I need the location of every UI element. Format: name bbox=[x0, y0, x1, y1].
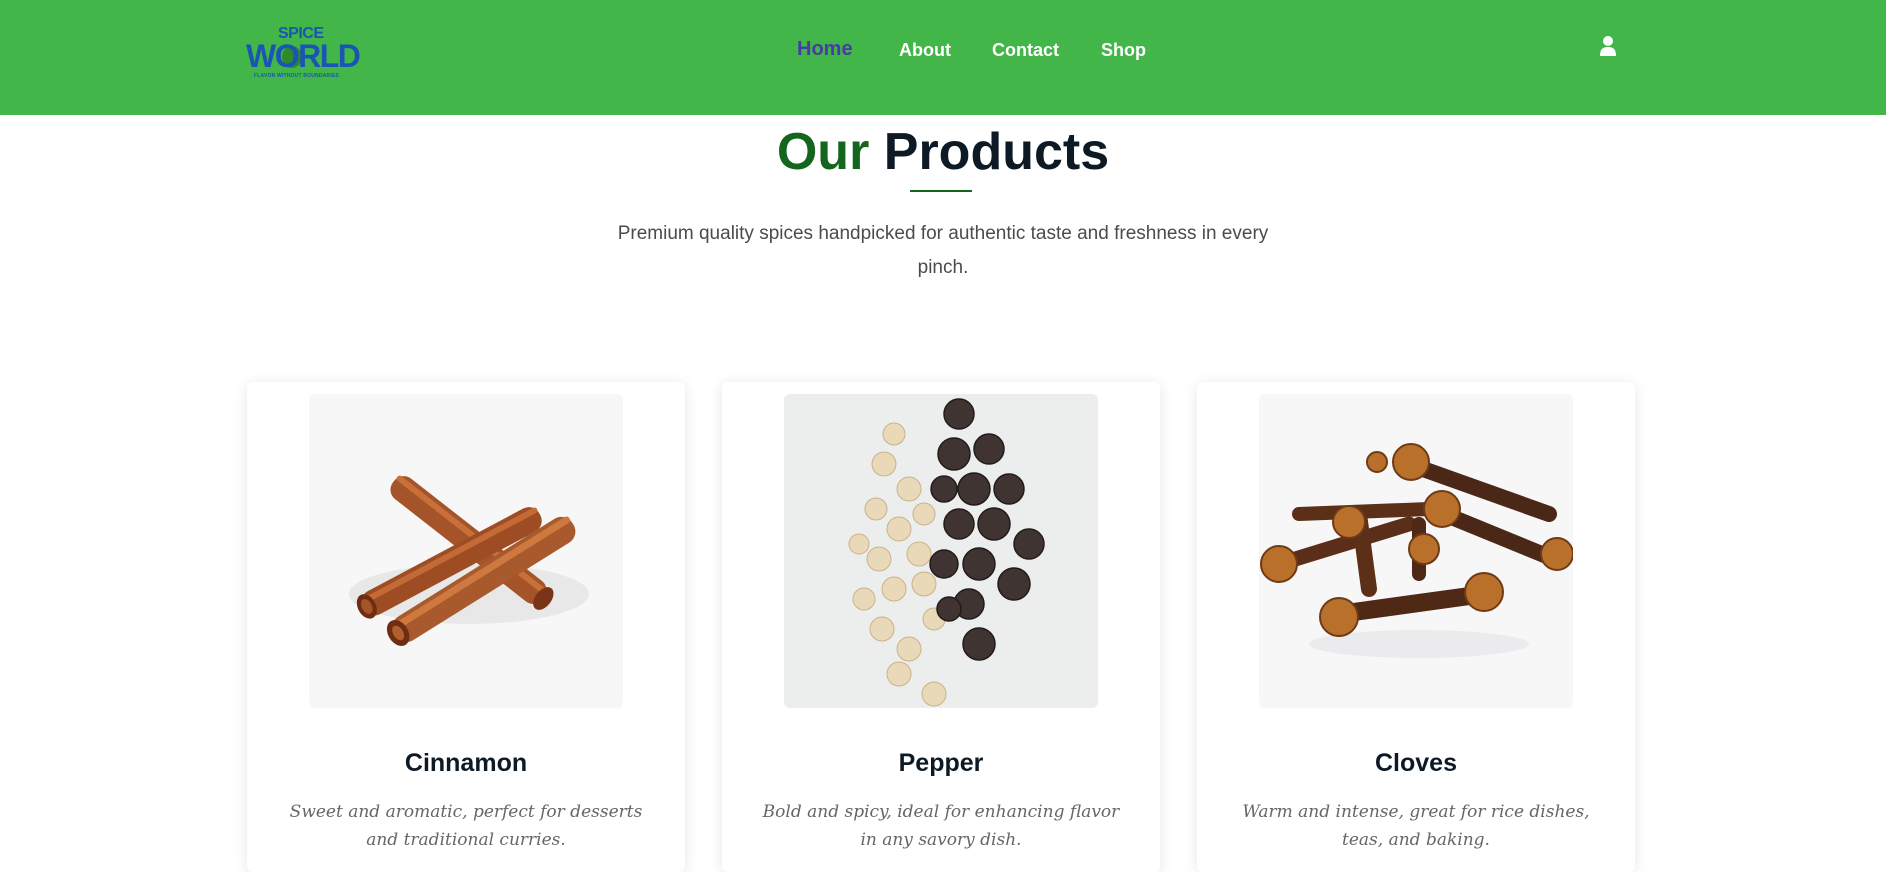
nav-contact-link[interactable]: Contact bbox=[992, 38, 1059, 62]
product-card-pepper[interactable]: Pepper Bold and spicy, ideal for enhanci… bbox=[722, 382, 1160, 872]
cinnamon-image bbox=[309, 394, 623, 708]
product-card-cloves[interactable]: Cloves Warm and intense, great for rice … bbox=[1197, 382, 1635, 872]
product-name: Cloves bbox=[1375, 749, 1457, 777]
product-description: Bold and spicy, ideal for enhancing flav… bbox=[762, 802, 1120, 850]
logo-main-text: WORLD bbox=[246, 38, 361, 74]
page-title-accent: Our bbox=[776, 123, 870, 181]
spice-world-logo[interactable]: SPICE WORLD FLAVOR WITHOUT BOUNDARIES bbox=[246, 26, 362, 82]
page-subtitle: Premium quality spices handpicked for au… bbox=[617, 223, 1269, 278]
product-name: Pepper bbox=[898, 749, 984, 777]
nav-shop-link[interactable]: Shop bbox=[1101, 38, 1146, 62]
cloves-image bbox=[1259, 394, 1573, 708]
product-description: Sweet and aromatic, perfect for desserts… bbox=[289, 802, 643, 850]
page-title: Our Products bbox=[0, 124, 1886, 180]
page-title-main: Products bbox=[883, 123, 1110, 181]
navbar: SPICE WORLD FLAVOR WITHOUT BOUNDARIES Ho… bbox=[0, 0, 1886, 115]
user-icon[interactable] bbox=[1598, 35, 1618, 57]
nav-home-link[interactable]: Home bbox=[797, 37, 853, 61]
product-name: Cinnamon bbox=[404, 749, 528, 777]
product-description: Warm and intense, great for rice dishes,… bbox=[1242, 802, 1590, 850]
logo-tagline: FLAVOR WITHOUT BOUNDARIES bbox=[254, 73, 339, 79]
product-card-cinnamon[interactable]: Cinnamon Sweet and aromatic, perfect for… bbox=[247, 382, 685, 872]
pepper-image bbox=[784, 394, 1098, 708]
nav-about-link[interactable]: About bbox=[899, 38, 951, 62]
title-underline bbox=[910, 190, 972, 192]
